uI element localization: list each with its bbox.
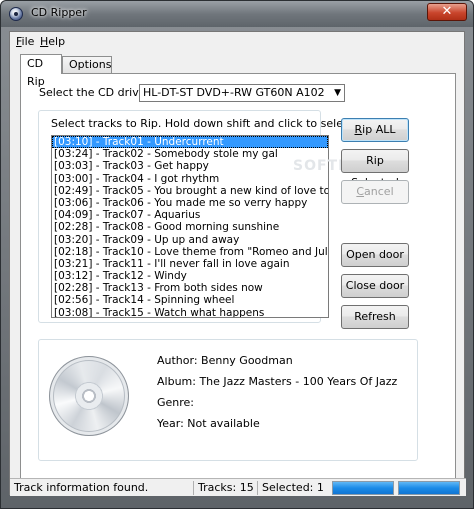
progress-bar-track (332, 481, 394, 495)
album-info-group: Author: Benny Goodman Album: The Jazz Ma… (38, 339, 418, 461)
status-bar: Track information found. Tracks: 15 Sele… (10, 478, 466, 496)
track-item-9[interactable]: [03:20] - Track09 - Up up and away (52, 234, 328, 246)
cd-drive-select[interactable]: HL-DT-ST DVD+-RW GT60N A102 ▼ (139, 84, 345, 102)
menu-bar: File Help (10, 32, 464, 52)
track-item-2[interactable]: [03:24] - Track02 - Somebody stole my ga… (52, 148, 328, 160)
rip-selected-button[interactable]: Rip Selected (341, 149, 409, 189)
track-item-15[interactable]: [03:08] - Track15 - Watch what happens (52, 307, 328, 317)
track-item-6[interactable]: [03:06] - Track06 - You made me so verry… (52, 197, 328, 209)
info-author: Author: Benny Goodman (157, 354, 293, 367)
track-item-13[interactable]: [02:28] - Track13 - From both sides now (52, 282, 328, 294)
cancel-rest: ancel (364, 185, 394, 198)
rip-selected-pre: Rip (366, 154, 384, 167)
rip-all-button[interactable]: Rip ALL (341, 118, 409, 142)
cancel-button[interactable]: Cancel (341, 180, 409, 204)
track-item-8[interactable]: [02:28] - Track08 - Good morning sunshin… (52, 221, 328, 233)
tracks-group: Select tracks to Rip. Hold down shift an… (38, 110, 357, 323)
info-album: Album: The Jazz Masters - 100 Years Of J… (157, 375, 398, 388)
tab-cd-rip[interactable]: CD Rip (20, 54, 62, 88)
app-window: CD Ripper ✕ File Help CD Rip Options Sel… (0, 0, 474, 509)
menu-help[interactable]: Help (40, 35, 65, 48)
client-area: File Help CD Rip Options Select the CD d… (9, 31, 466, 496)
track-item-4[interactable]: [03:00] - Track04 - I got rhythm (52, 173, 328, 185)
info-genre: Genre: (157, 396, 195, 409)
cd-drive-value: HL-DT-ST DVD+-RW GT60N A102 (143, 86, 325, 99)
progress-bar-total (398, 481, 460, 495)
open-door-button[interactable]: Open door (341, 243, 409, 267)
drive-label: Select the CD drive (39, 86, 146, 99)
tracks-instruction: Select tracks to Rip. Hold down shift an… (51, 117, 357, 130)
cd-disc-icon (49, 356, 129, 436)
status-message: Track information found. (14, 481, 149, 494)
tab-options[interactable]: Options (62, 56, 112, 73)
cd-rip-panel: Select the CD drive HL-DT-ST DVD+-RW GT6… (20, 73, 456, 484)
track-item-12[interactable]: [03:12] - Track12 - Windy (52, 270, 328, 282)
info-year: Year: Not available (157, 417, 260, 430)
close-door-button[interactable]: Close door (341, 274, 409, 298)
track-item-10[interactable]: [02:18] - Track10 - Love theme from "Rom… (52, 246, 328, 258)
cd-app-icon (9, 7, 23, 21)
rip-all-rest: ip ALL (362, 123, 396, 136)
window-title: CD Ripper (31, 6, 87, 19)
menu-file[interactable]: File (16, 35, 34, 48)
track-list[interactable]: [03:10] - Track01 - Undercurrent [03:24]… (51, 135, 329, 318)
track-item-11[interactable]: [03:21] - Track11 - I'll never fall in l… (52, 258, 328, 270)
rip-all-key: R (354, 123, 363, 136)
status-selected: Selected: 1 (257, 481, 329, 495)
cancel-key: C (356, 185, 365, 198)
track-item-14[interactable]: [02:56] - Track14 - Spinning wheel (52, 294, 328, 306)
refresh-button[interactable]: Refresh (341, 305, 409, 329)
track-item-1[interactable]: [03:10] - Track01 - Undercurrent (52, 136, 328, 149)
menu-help-rest: elp (48, 35, 66, 48)
track-item-3[interactable]: [03:03] - Track03 - Get happy (52, 160, 328, 172)
title-bar[interactable]: CD Ripper ✕ (1, 1, 473, 27)
chevron-down-icon: ▼ (334, 88, 341, 98)
track-item-7[interactable]: [04:09] - Track07 - Aquarius (52, 209, 328, 221)
track-item-5[interactable]: [02:49] - Track05 - You brought a new ki… (52, 185, 328, 197)
menu-file-rest: ile (21, 35, 35, 48)
close-button[interactable]: ✕ (427, 3, 467, 21)
status-tracks: Tracks: 15 (193, 481, 254, 495)
